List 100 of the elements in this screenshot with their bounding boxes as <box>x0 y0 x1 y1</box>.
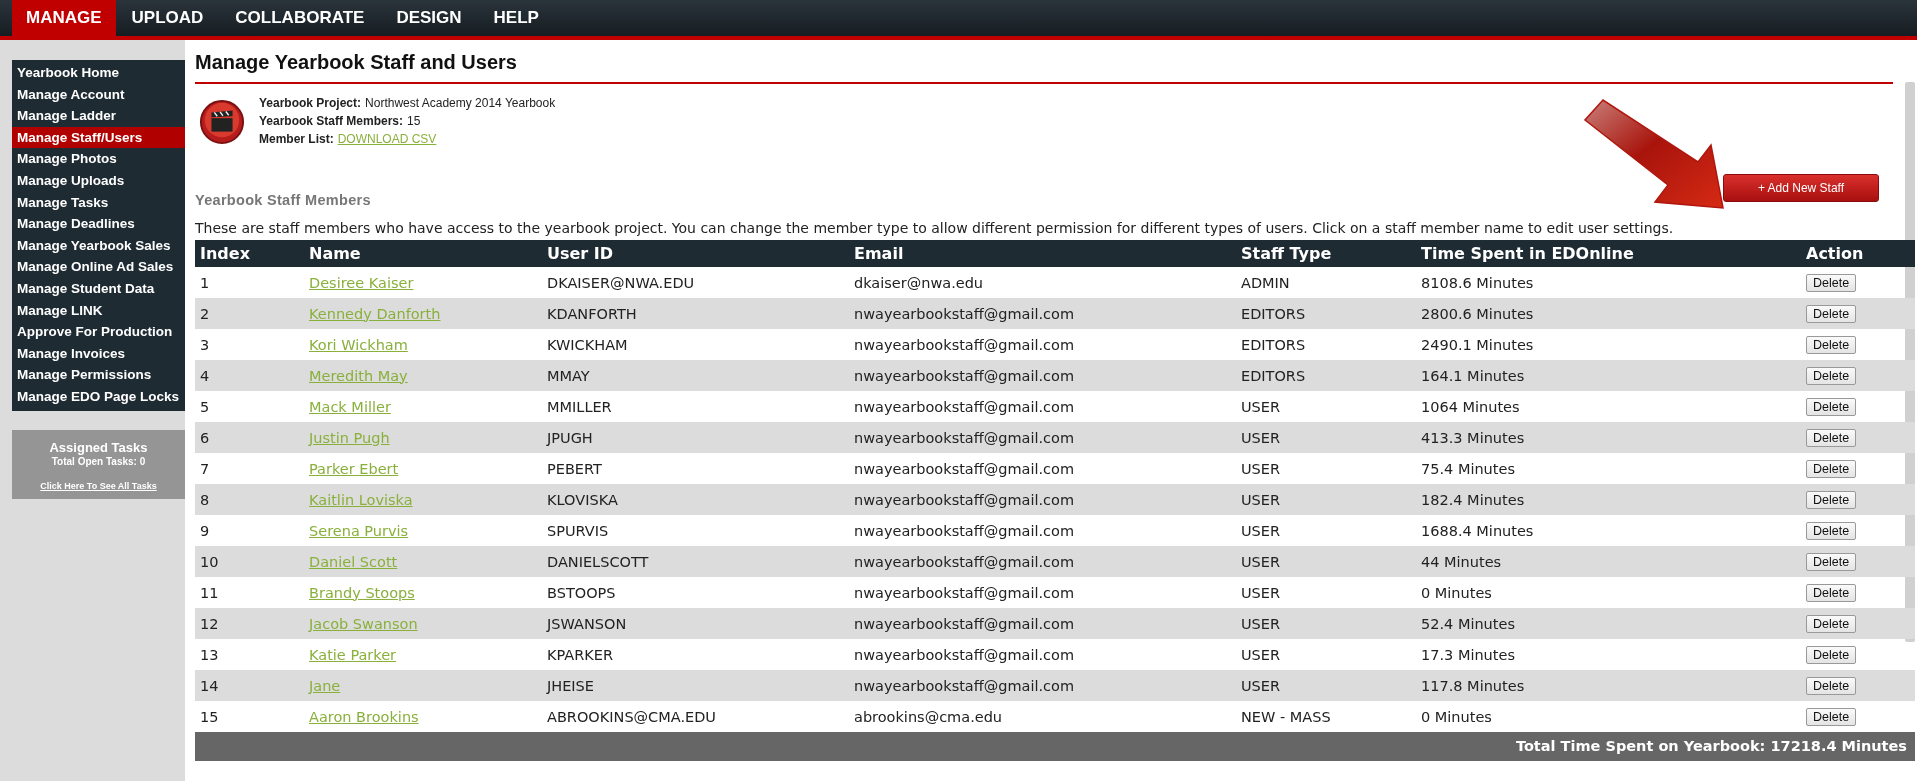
add-new-staff-button[interactable]: + Add New Staff <box>1723 174 1879 202</box>
delete-button[interactable]: Delete <box>1806 521 1857 540</box>
delete-button[interactable]: Delete <box>1806 645 1857 664</box>
delete-button[interactable]: Delete <box>1806 676 1857 695</box>
sidebar-item[interactable]: Manage Permissions <box>12 364 185 386</box>
table-cell: nwayearbookstaff@gmail.com <box>849 577 1236 608</box>
table-cell: JHEISE <box>542 670 849 701</box>
table-cell: EDITORS <box>1236 329 1416 360</box>
table-cell: 5 <box>195 391 304 422</box>
column-header: User ID <box>542 240 849 267</box>
scrollbar[interactable] <box>1905 82 1915 642</box>
table-cell: USER <box>1236 391 1416 422</box>
table-cell: 413.3 Minutes <box>1416 422 1801 453</box>
delete-button[interactable]: Delete <box>1806 707 1857 726</box>
table-cell: nwayearbookstaff@gmail.com <box>849 546 1236 577</box>
table-cell: nwayearbookstaff@gmail.com <box>849 453 1236 484</box>
sidebar-item[interactable]: Manage LINK <box>12 299 185 322</box>
table-cell: 182.4 Minutes <box>1416 484 1801 515</box>
table-cell: USER <box>1236 546 1416 577</box>
nav-tab[interactable]: HELP <box>477 0 555 36</box>
sidebar-item[interactable]: Manage Online Ad Sales <box>12 256 185 278</box>
column-header: Index <box>195 240 304 267</box>
nav-tab[interactable]: UPLOAD <box>115 0 220 36</box>
sidebar-item[interactable]: Manage Ladder <box>12 105 185 127</box>
clapperboard-icon <box>199 99 245 145</box>
table-cell: NEW - MASS <box>1236 701 1416 732</box>
table-cell: nwayearbookstaff@gmail.com <box>849 360 1236 391</box>
table-cell: nwayearbookstaff@gmail.com <box>849 298 1236 329</box>
column-header: Action <box>1801 240 1915 267</box>
table-cell: 13 <box>195 639 304 670</box>
table-cell: USER <box>1236 422 1416 453</box>
sidebar-item[interactable]: Manage Invoices <box>12 342 185 365</box>
delete-button[interactable]: Delete <box>1806 428 1857 447</box>
info-value: 15 <box>407 114 421 128</box>
sidebar-item[interactable]: Approve For Production <box>12 321 185 343</box>
table-cell: 8 <box>195 484 304 515</box>
delete-button[interactable]: Delete <box>1806 490 1857 509</box>
table-cell: nwayearbookstaff@gmail.com <box>849 670 1236 701</box>
open-tasks-count: Total Open Tasks: 0 <box>50 455 147 467</box>
sidebar-item[interactable]: Yearbook Home <box>12 62 185 84</box>
table-cell: 12 <box>195 608 304 639</box>
column-header: Name <box>304 240 542 267</box>
table-cell: 1688.4 Minutes <box>1416 515 1801 546</box>
table-cell: nwayearbookstaff@gmail.com <box>849 608 1236 639</box>
table-cell: nwayearbookstaff@gmail.com <box>849 329 1236 360</box>
table-cell: 2 <box>195 298 304 329</box>
delete-button[interactable]: Delete <box>1806 552 1857 571</box>
sidebar-item[interactable]: Manage EDO Page Locks <box>12 385 185 408</box>
nav-tab[interactable]: DESIGN <box>380 0 478 36</box>
delete-button[interactable]: Delete <box>1806 614 1857 633</box>
total-time-text: Total Time Spent on Yearbook: 17218.4 Minutes <box>1515 738 1907 754</box>
table-cell: DANIELSCOTT <box>542 546 849 577</box>
sidebar-item[interactable]: Manage Yearbook Sales <box>12 234 185 257</box>
delete-button[interactable]: Delete <box>1806 304 1857 323</box>
delete-button[interactable]: Delete <box>1806 459 1857 478</box>
section-heading: Yearbook Staff Members <box>195 192 371 208</box>
table-cell: KPARKER <box>542 639 849 670</box>
table-cell: nwayearbookstaff@gmail.com <box>849 639 1236 670</box>
delete-button[interactable]: Delete <box>1806 335 1857 354</box>
table-cell: JSWANSON <box>542 608 849 639</box>
sidebar-item[interactable]: Manage Student Data <box>12 277 185 300</box>
table-cell: 75.4 Minutes <box>1416 453 1801 484</box>
table-cell: 0 Minutes <box>1416 577 1801 608</box>
table-cell: 1 <box>195 267 304 298</box>
table-cell: 1064 Minutes <box>1416 391 1801 422</box>
table-cell: nwayearbookstaff@gmail.com <box>849 484 1236 515</box>
delete-button[interactable]: Delete <box>1806 397 1857 416</box>
table-cell: KLOVISKA <box>542 484 849 515</box>
table-cell: 6 <box>195 422 304 453</box>
delete-button[interactable]: Delete <box>1806 366 1857 385</box>
delete-button[interactable]: Delete <box>1806 273 1857 292</box>
delete-button[interactable]: Delete <box>1806 583 1857 602</box>
table-cell: 11 <box>195 577 304 608</box>
table-cell: USER <box>1236 670 1416 701</box>
table-cell: USER <box>1236 484 1416 515</box>
table-cell: 17.3 Minutes <box>1416 639 1801 670</box>
table-cell: nwayearbookstaff@gmail.com <box>849 422 1236 453</box>
sidebar-item[interactable]: Manage Tasks <box>12 191 185 214</box>
nav-tab[interactable]: MANAGE <box>12 0 116 36</box>
table-cell: dkaiser@nwa.edu <box>849 267 1236 298</box>
sidebar-item[interactable]: Manage Account <box>12 83 185 106</box>
sidebar-item[interactable]: Manage Staff/Users <box>12 126 185 149</box>
page-title: Manage Yearbook Staff and Users <box>195 46 1893 84</box>
table-cell: DKAISER@NWA.EDU <box>542 267 849 298</box>
table-cell: USER <box>1236 639 1416 670</box>
table-cell: abrookins@cma.edu <box>849 701 1236 732</box>
table-cell: KDANFORTH <box>542 298 849 329</box>
table-cell: 52.4 Minutes <box>1416 608 1801 639</box>
table-cell: ADMIN <box>1236 267 1416 298</box>
sidebar-item[interactable]: Manage Uploads <box>12 169 185 192</box>
table-cell: nwayearbookstaff@gmail.com <box>849 391 1236 422</box>
sidebar-item[interactable]: Manage Photos <box>12 148 185 170</box>
column-header: Staff Type <box>1236 240 1416 267</box>
nav-tab[interactable]: COLLABORATE <box>219 0 381 36</box>
table-cell: EDITORS <box>1236 298 1416 329</box>
table-cell: 2490.1 Minutes <box>1416 329 1801 360</box>
sidebar-item[interactable]: Manage Deadlines <box>12 213 185 235</box>
info-label: Yearbook Project: <box>259 96 362 110</box>
table-cell: ABROOKINS@CMA.EDU <box>542 701 849 732</box>
table-cell: 10 <box>195 546 304 577</box>
